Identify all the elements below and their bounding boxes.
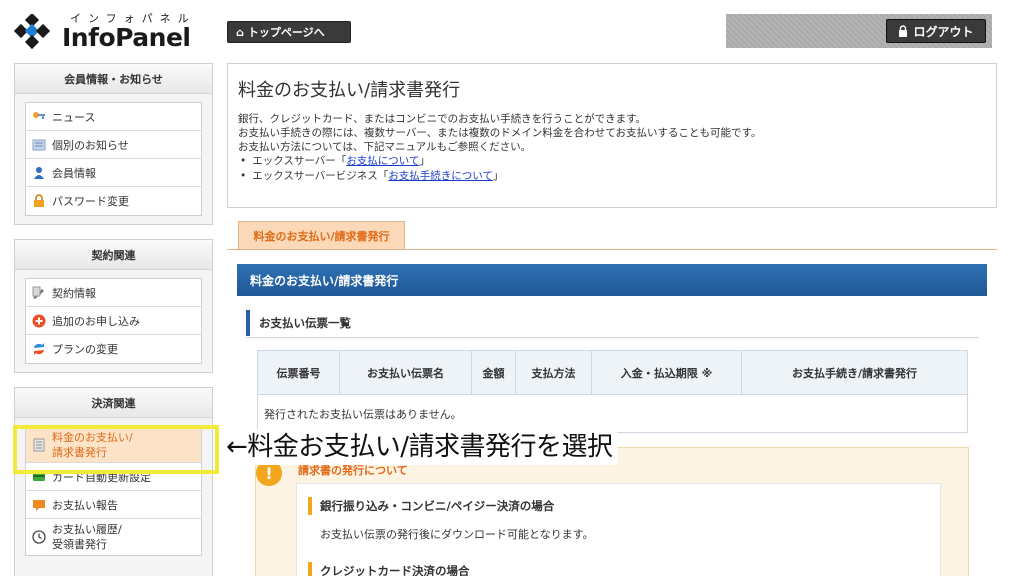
sidebar-list: 料金のお支払い/ 請求書発行 カード自動更新設定 お支払い報告 お支払い履歴/ … xyxy=(25,426,202,556)
sidebar-item-label: プランの変更 xyxy=(52,343,118,356)
manual-link-payment[interactable]: お支払について xyxy=(346,155,419,167)
diamond-logo-icon xyxy=(14,14,50,50)
sidebar-list: ニュース 個別のお知らせ 会員情報 パスワード変更 xyxy=(25,102,202,216)
sidebar-item-label: カード自動更新設定 xyxy=(52,470,151,484)
column-header-slip-name: お支払い伝票名 xyxy=(339,350,472,395)
column-header-method: 支払方法 xyxy=(515,350,592,395)
manual-item-xserver: エックスサーバー「お支払について」 xyxy=(238,154,986,169)
sidebar-section-contract: 契約関連 契約情報 追加のお申し込み プランの変更 xyxy=(14,239,213,373)
sidebar-item-label: 会員情報 xyxy=(52,166,96,180)
lock-icon xyxy=(899,25,908,37)
info-section-credit: クレジットカード決済の場合 xyxy=(308,562,470,576)
sidebar-item-label-line1: 料金のお支払い/ xyxy=(52,430,133,444)
home-icon: ⌂ xyxy=(236,25,244,39)
manual-prefix: エックスサーバービジネス「 xyxy=(252,170,389,182)
key-person-icon xyxy=(32,110,46,124)
sidebar-item-label: 追加のお申し込み xyxy=(52,314,140,328)
top-page-label: トップページへ xyxy=(247,26,325,39)
plus-circle-icon xyxy=(32,314,46,328)
sidebar-item-label: お支払い報告 xyxy=(52,498,118,512)
sidebar-item-password[interactable]: パスワード変更 xyxy=(26,187,201,215)
page-title: 料金のお支払い/請求書発行 xyxy=(238,80,461,101)
sidebar-section-payment: 決済関連 料金のお支払い/ 請求書発行 カード自動更新設定 お支払い報告 お支払… xyxy=(14,387,213,576)
sidebar-item-additional-order[interactable]: 追加のお申し込み xyxy=(26,307,201,335)
info-section-bank: 銀行振り込み・コンビニ/ペイジー決済の場合 xyxy=(308,497,554,515)
list-title-divider xyxy=(246,337,979,338)
credit-card-icon xyxy=(32,470,46,484)
intro-line-1: 銀行、クレジットカード、またはコンビニでのお支払い手続きを行うことができます。 xyxy=(238,113,647,125)
intro-panel: 料金のお支払い/請求書発行 銀行、クレジットカード、またはコンビニでのお支払い手… xyxy=(227,63,997,208)
empty-message: 発行されたお支払い伝票はありません。 xyxy=(257,394,968,433)
manual-prefix: エックスサーバー「 xyxy=(252,155,347,167)
table-header-row: 伝票番号 お支払い伝票名 金額 支払方法 入金・払込期限 ※ お支払手続き/請求… xyxy=(257,350,968,395)
list-title: お支払い伝票一覧 xyxy=(246,310,351,336)
sidebar-item-payment-invoice[interactable]: 料金のお支払い/ 請求書発行 xyxy=(26,427,201,463)
sidebar-item-label: 個別のお知らせ xyxy=(52,138,129,152)
message-icon xyxy=(32,138,46,152)
section-title-bar: 料金のお支払い/請求書発行 xyxy=(237,264,987,296)
report-icon xyxy=(32,498,46,512)
logout-button[interactable]: ログアウト xyxy=(886,19,986,43)
intro-line-3: お支払い方法については、下記マニュアルもご参照ください。 xyxy=(238,141,532,153)
annotation-label: ←料金お支払い/請求書発行を選択 xyxy=(226,429,617,465)
invoice-icon xyxy=(32,438,46,452)
sidebar-item-label: パスワード変更 xyxy=(52,195,129,208)
sidebar-section-member: 会員情報・お知らせ ニュース 個別のお知らせ 会員情報 パスワード変更 xyxy=(14,63,213,225)
lock-icon xyxy=(32,194,46,208)
logout-label: ログアウト xyxy=(913,24,974,39)
manual-suffix: 」 xyxy=(492,170,504,182)
column-header-procedure: お支払手続き/請求書発行 xyxy=(741,350,968,395)
table-row: 発行されたお支払い伝票はありません。 xyxy=(257,394,968,433)
top-page-button[interactable]: ⌂ トップページへ xyxy=(227,21,351,43)
infopanel-logo[interactable]: インフォパネル InfoPanel xyxy=(14,8,214,56)
column-header-slip-number: 伝票番号 xyxy=(257,350,340,395)
sidebar-item-label-line2: 受領書発行 xyxy=(52,538,107,551)
contract-icon xyxy=(32,286,46,300)
column-header-amount: 金額 xyxy=(471,350,516,395)
sidebar-item-card-auto-renew[interactable]: カード自動更新設定 xyxy=(26,463,201,491)
tab-divider xyxy=(227,249,997,250)
sidebar-item-label: ニュース xyxy=(52,110,96,124)
manual-item-xserver-business: エックスサーバービジネス「お支払手続きについて」 xyxy=(238,169,986,184)
logo-text: InfoPanel xyxy=(62,23,191,52)
sidebar-item-member-info[interactable]: 会員情報 xyxy=(26,159,201,187)
sidebar-item-label: 契約情報 xyxy=(52,286,96,300)
sidebar-item-news[interactable]: ニュース xyxy=(26,103,201,131)
sidebar-section-title: 会員情報・お知らせ xyxy=(15,64,212,94)
sidebar-item-payment-history[interactable]: お支払い履歴/ 受領書発行 xyxy=(26,519,201,555)
sidebar-section-title: 契約関連 xyxy=(15,240,212,270)
sidebar-item-plan-change[interactable]: プランの変更 xyxy=(26,335,201,363)
sidebar-item-label: 料金のお支払い/ 請求書発行 xyxy=(52,430,133,460)
sidebar-list: 契約情報 追加のお申し込み プランの変更 xyxy=(25,278,202,364)
info-section-bank-text: お支払い伝票の発行後にダウンロード可能となります。 xyxy=(320,528,594,541)
manual-suffix: 」 xyxy=(419,155,430,167)
clock-icon xyxy=(32,530,46,544)
swap-icon xyxy=(32,342,46,356)
sidebar-item-personal-notice[interactable]: 個別のお知らせ xyxy=(26,131,201,159)
manual-link-payment-procedure[interactable]: お支払手続きについて xyxy=(388,170,493,182)
sidebar-section-title: 決済関連 xyxy=(15,388,212,418)
tab-payment-invoice[interactable]: 料金のお支払い/請求書発行 xyxy=(238,221,405,250)
sidebar-item-label: お支払い履歴/ 受領書発行 xyxy=(52,522,122,552)
intro-line-2: お支払い手続きの際には、複数サーバー、または複数のドメイン料金を合わせてお支払い… xyxy=(238,127,762,139)
manual-link-list: エックスサーバー「お支払について」 エックスサーバービジネス「お支払手続きについ… xyxy=(238,154,986,184)
column-header-deadline: 入金・払込期限 ※ xyxy=(591,350,742,395)
sidebar-item-label-line2: 請求書発行 xyxy=(52,445,107,459)
payment-slip-table: 伝票番号 お支払い伝票名 金額 支払方法 入金・払込期限 ※ お支払手続き/請求… xyxy=(257,350,968,433)
sidebar-item-payment-report[interactable]: お支払い報告 xyxy=(26,491,201,519)
sidebar-item-label-line1: お支払い履歴/ xyxy=(52,523,122,536)
user-icon xyxy=(32,166,46,180)
sidebar-item-contract-info[interactable]: 契約情報 xyxy=(26,279,201,307)
